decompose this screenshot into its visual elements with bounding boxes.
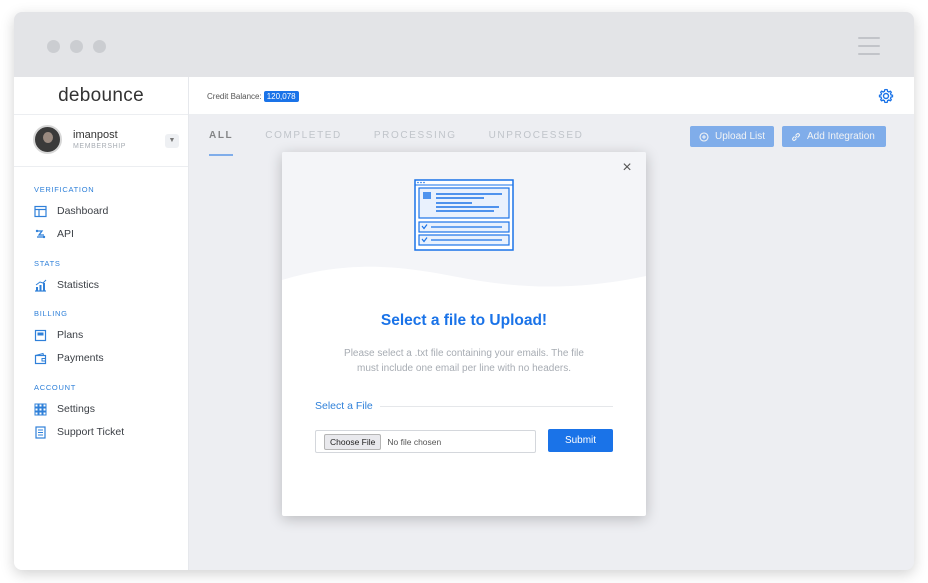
sidebar-item-settings[interactable]: Settings [34, 401, 95, 417]
gear-icon[interactable] [878, 88, 894, 104]
avatar[interactable] [33, 125, 62, 154]
sidebar-item-payments[interactable]: Payments [34, 350, 104, 366]
topbar: Credit Balance: 120,078 [189, 77, 914, 115]
submit-button[interactable]: Submit [548, 429, 613, 452]
browser-chrome [14, 12, 914, 77]
window-dot-maximize[interactable] [93, 40, 106, 53]
statistics-icon [34, 279, 47, 292]
credit-label: Credit Balance: [207, 92, 262, 101]
dashboard-icon [34, 205, 47, 218]
sidebar-item-plans[interactable]: Plans [34, 327, 83, 343]
plans-icon [34, 329, 47, 342]
upload-modal: × Select a file to Upload! Please select… [282, 152, 646, 516]
credit-badge: 120,078 [263, 91, 299, 102]
choose-file-button[interactable]: Choose File [324, 433, 382, 450]
support-ticket-icon [34, 425, 47, 439]
section-billing: BILLING [34, 309, 68, 318]
sidebar-item-dashboard[interactable]: Dashboard [34, 203, 108, 219]
section-verification: VERIFICATION [34, 185, 95, 194]
sidebar-item-label: Settings [57, 403, 95, 415]
sidebar-item-label: Payments [57, 352, 104, 364]
window-dot-minimize[interactable] [70, 40, 83, 53]
upload-illustration-icon [414, 179, 514, 251]
chevron-down-icon[interactable]: ▼ [165, 134, 179, 148]
close-icon[interactable]: × [620, 160, 634, 176]
sidebar-item-label: Dashboard [57, 205, 109, 217]
file-field-label: Select a File [315, 400, 373, 412]
sidebar-item-support-ticket[interactable]: Support Ticket [34, 424, 124, 440]
credit-balance: Credit Balance: 120,078 [207, 91, 299, 102]
section-stats: STATS [34, 259, 61, 268]
modal-description: Please select a .txt file containing you… [344, 348, 584, 374]
user-name: imanpost [73, 129, 118, 141]
logo[interactable]: debounce [14, 77, 188, 115]
sidebar-item-statistics[interactable]: Statistics [34, 277, 99, 293]
payments-icon [34, 352, 47, 365]
user-role: MEMBERSHIP [73, 143, 127, 150]
api-icon [34, 228, 47, 241]
sidebar-item-label: Statistics [57, 279, 100, 291]
sidebar-item-api[interactable]: API [34, 226, 74, 242]
file-input[interactable]: Choose File No file chosen [315, 430, 536, 453]
sidebar-item-label: Plans [57, 329, 84, 341]
menu-icon[interactable] [858, 37, 880, 55]
divider [380, 406, 613, 407]
window-dot-close[interactable] [47, 40, 60, 53]
sidebar: debounce imanpost MEMBERSHIP ▼ VERIFICAT… [14, 77, 189, 570]
file-status-text: No file chosen [387, 436, 442, 447]
settings-grid-icon [34, 403, 47, 416]
sidebar-item-label: API [57, 228, 74, 240]
modal-title: Select a file to Upload! [380, 312, 548, 329]
section-account: ACCOUNT [34, 383, 76, 392]
sidebar-item-label: Support Ticket [57, 426, 125, 438]
user-panel: imanpost MEMBERSHIP ▼ [14, 115, 188, 167]
browser-window: debounce imanpost MEMBERSHIP ▼ VERIFICAT… [14, 12, 914, 570]
